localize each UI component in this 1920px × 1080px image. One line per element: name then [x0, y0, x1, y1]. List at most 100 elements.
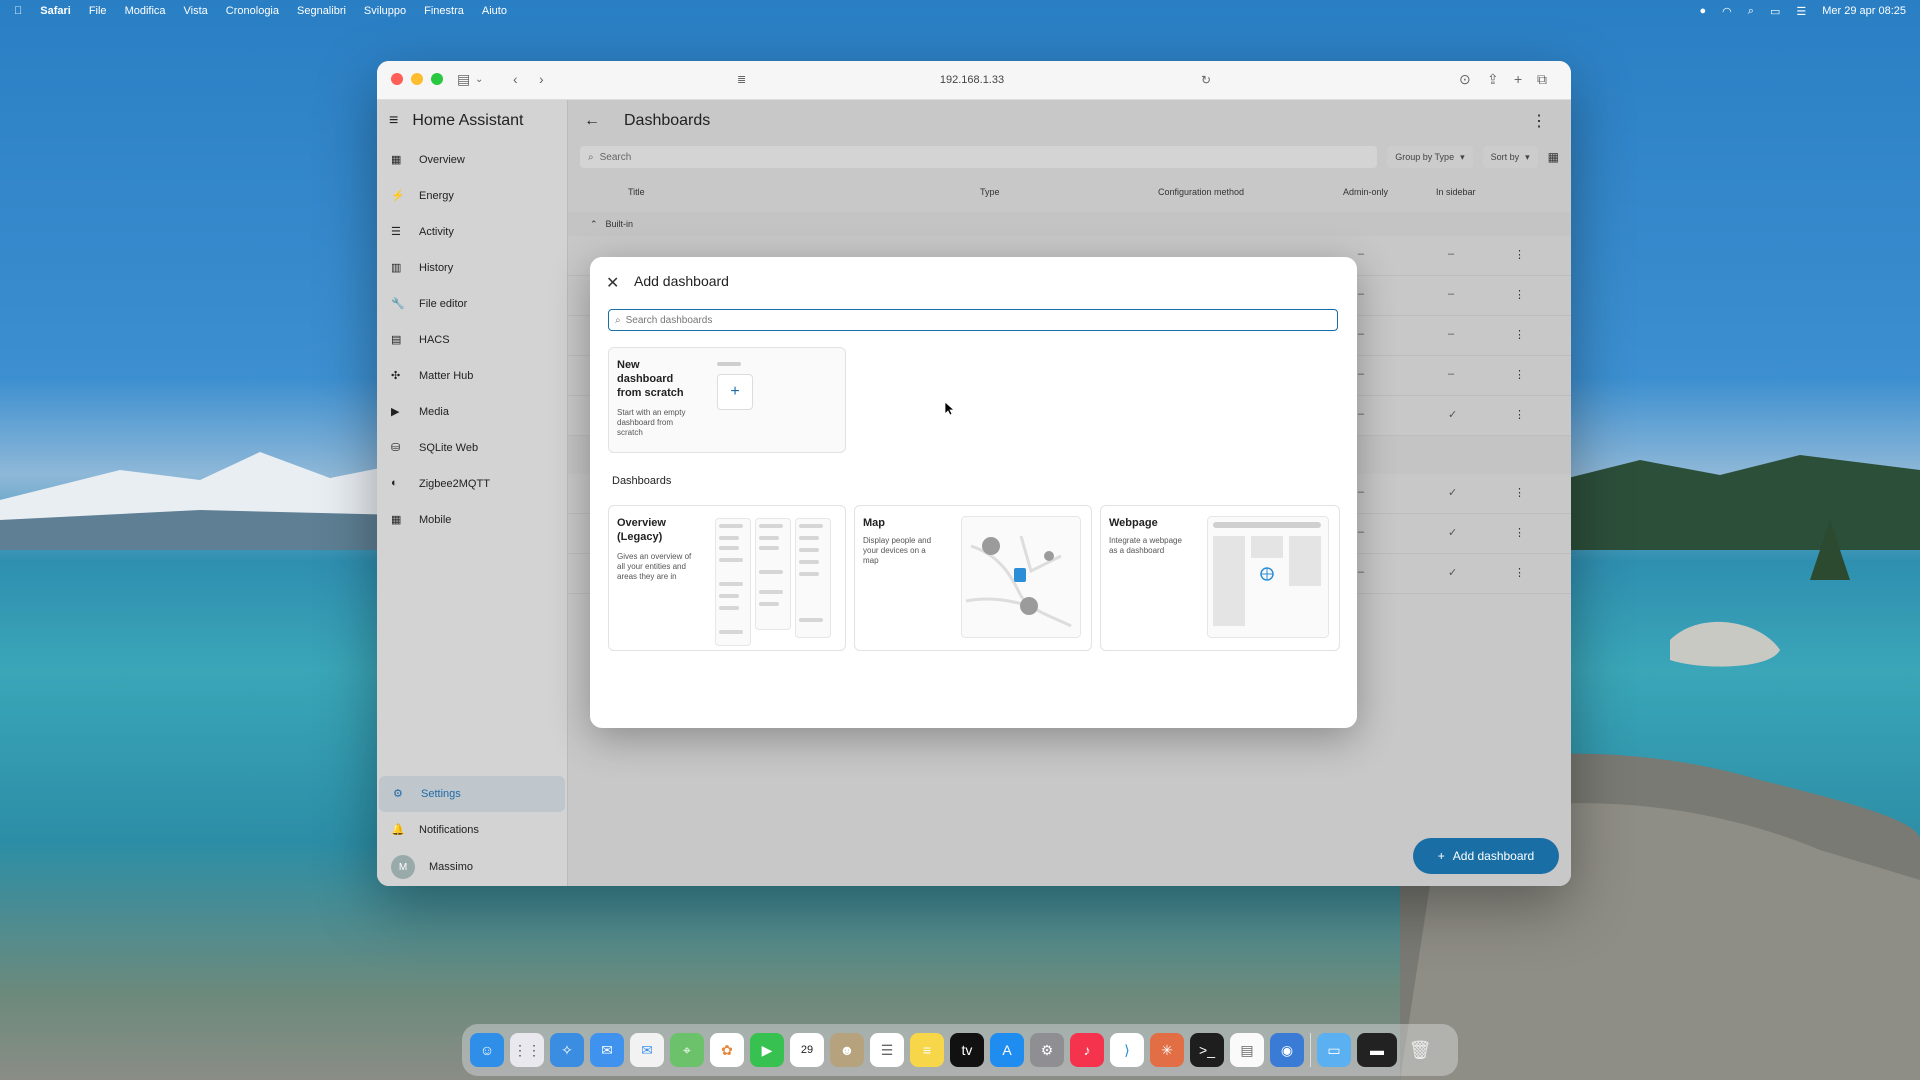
menu-modifica[interactable]: Modifica	[125, 5, 166, 17]
finder-icon[interactable]: ☺	[470, 1033, 504, 1067]
menu-segnalibri[interactable]: Segnalibri	[297, 5, 346, 17]
search-dashboards-input[interactable]: ⌕ Search dashboards	[608, 309, 1338, 331]
apple-icon[interactable]: 	[14, 5, 22, 17]
columns-settings-icon[interactable]: ▦	[1548, 150, 1559, 164]
row-menu-icon[interactable]: ⋮	[1514, 248, 1525, 261]
menu-finestra[interactable]: Finestra	[424, 5, 464, 17]
tab-overview-icon[interactable]: ⧉	[1537, 71, 1547, 88]
new-tab-icon[interactable]: +	[1514, 71, 1522, 87]
sidebar-toggle-icon[interactable]: ▤	[457, 71, 470, 88]
spotlight-icon[interactable]: ⌕	[1748, 5, 1754, 18]
sidebar-item-zigbee2mqtt[interactable]: ◐ Zigbee2MQTT	[377, 466, 567, 502]
facetime-icon[interactable]: ▶	[750, 1033, 784, 1067]
sidebar-header: ≡ Home Assistant	[377, 100, 567, 142]
reload-icon[interactable]: ↻	[1201, 73, 1211, 87]
menubar-clock[interactable]: Mer 29 apr 08:25	[1822, 5, 1906, 17]
zoom-window-button[interactable]	[431, 73, 443, 85]
reminders-icon[interactable]: ☰	[870, 1033, 904, 1067]
group-by-button[interactable]: Group by Type ▾	[1387, 146, 1473, 168]
textedit-icon[interactable]: ▤	[1230, 1033, 1264, 1067]
close-icon[interactable]: ✕	[606, 273, 619, 293]
back-icon[interactable]: ‹	[513, 71, 518, 87]
col-title[interactable]: Title	[628, 187, 645, 197]
minimize-window-button[interactable]	[411, 73, 423, 85]
notes-icon[interactable]: ≡	[910, 1033, 944, 1067]
overflow-menu-icon[interactable]: ⋮	[1531, 111, 1547, 131]
col-in-sidebar[interactable]: In sidebar	[1436, 187, 1476, 197]
folder-icon[interactable]: ▭	[1317, 1033, 1351, 1067]
sidebar-item-matter-hub[interactable]: ✣ Matter Hub	[377, 358, 567, 394]
menu-file[interactable]: File	[89, 5, 107, 17]
share-icon[interactable]: ⇪	[1487, 71, 1499, 88]
search-input[interactable]: ⌕ Search	[580, 146, 1378, 168]
menu-cronologia[interactable]: Cronologia	[226, 5, 279, 17]
chevron-down-icon[interactable]: ⌄	[475, 74, 483, 85]
trash-icon[interactable]: 🗑	[1403, 1033, 1437, 1067]
row-menu-icon[interactable]: ⋮	[1514, 486, 1525, 499]
finder-alt-icon[interactable]: ◉	[1270, 1033, 1304, 1067]
sidebar-item-activity[interactable]: ☰ Activity	[377, 214, 567, 250]
menu-aiuto[interactable]: Aiuto	[482, 5, 507, 17]
sidebar-item-overview[interactable]: ▦ Overview	[377, 142, 567, 178]
sidebar-item-hacs[interactable]: ▤ HACS	[377, 322, 567, 358]
download-icon[interactable]: ⊙	[1459, 71, 1471, 88]
address-bar[interactable]: 192.168.1.33	[732, 68, 1212, 92]
sidebar-title: Home Assistant	[412, 112, 524, 129]
sidebar-item-sqlite-web[interactable]: ⛁ SQLite Web	[377, 430, 567, 466]
launchpad-icon[interactable]: ⋮⋮	[510, 1033, 544, 1067]
row-menu-icon[interactable]: ⋮	[1514, 288, 1525, 301]
sidebar-item-notifications[interactable]: 🔔 Notifications	[377, 812, 567, 848]
mail-icon[interactable]: ✉	[590, 1033, 624, 1067]
add-dashboard-button[interactable]: + Add dashboard	[1413, 838, 1559, 874]
map-card[interactable]: Map Display people and your devices on a…	[854, 505, 1092, 651]
menubar-app-name[interactable]: Safari	[40, 5, 71, 17]
in-sidebar-value: ✓	[1448, 567, 1458, 579]
system-settings-icon[interactable]: ⚙	[1030, 1033, 1064, 1067]
terminal-icon[interactable]: >_	[1190, 1033, 1224, 1067]
row-menu-icon[interactable]: ⋮	[1514, 368, 1525, 381]
forward-icon[interactable]: ›	[539, 71, 544, 87]
window-thumbnail-icon[interactable]: ▬	[1357, 1033, 1397, 1067]
vscode-icon[interactable]: ⟩	[1110, 1033, 1144, 1067]
sidebar-item-user[interactable]: M Massimo	[377, 848, 567, 886]
mail-client-icon[interactable]: ✉	[630, 1033, 664, 1067]
music-icon[interactable]: ♪	[1070, 1033, 1104, 1067]
contacts-icon[interactable]: ☻	[830, 1033, 864, 1067]
sidebar-item-history[interactable]: ▥ History	[377, 250, 567, 286]
sidebar-item-settings[interactable]: ⚙ Settings	[379, 776, 565, 812]
sort-by-button[interactable]: Sort by ▾	[1482, 146, 1538, 168]
close-window-button[interactable]	[391, 73, 403, 85]
col-admin-only[interactable]: Admin-only	[1343, 187, 1388, 197]
claude-icon[interactable]: ✳	[1150, 1033, 1184, 1067]
group-header-built-in[interactable]: ⌃ Built-in	[568, 212, 1571, 236]
calendar-icon[interactable]: 29	[790, 1033, 824, 1067]
photos-icon[interactable]: ✿	[710, 1033, 744, 1067]
overview-legacy-card[interactable]: Overview (Legacy) Gives an overview of a…	[608, 505, 846, 651]
webpage-card[interactable]: Webpage Integrate a webpage as a dashboa…	[1100, 505, 1340, 651]
control-center-icon[interactable]: ☰	[1796, 5, 1806, 18]
record-icon[interactable]: ●	[1700, 5, 1707, 17]
app-store-icon[interactable]: A	[990, 1033, 1024, 1067]
sidebar-item-label: Activity	[419, 226, 454, 238]
sidebar-item-file-editor[interactable]: 🔧 File editor	[377, 286, 567, 322]
back-arrow-icon[interactable]: ←	[584, 112, 600, 130]
sidebar-item-mobile[interactable]: ▦ Mobile	[377, 502, 567, 538]
row-menu-icon[interactable]: ⋮	[1514, 526, 1525, 539]
row-menu-icon[interactable]: ⋮	[1514, 566, 1525, 579]
sidebar-item-energy[interactable]: ⚡ Energy	[377, 178, 567, 214]
panel-header: ← Dashboards ⋮	[568, 100, 1571, 142]
col-configuration[interactable]: Configuration method	[1158, 187, 1244, 197]
maps-icon[interactable]: ⌖	[670, 1033, 704, 1067]
menu-sviluppo[interactable]: Sviluppo	[364, 5, 406, 17]
menu-icon[interactable]: ≡	[389, 112, 398, 130]
row-menu-icon[interactable]: ⋮	[1514, 408, 1525, 421]
menu-vista[interactable]: Vista	[184, 5, 208, 17]
row-menu-icon[interactable]: ⋮	[1514, 328, 1525, 341]
col-type[interactable]: Type	[980, 187, 1000, 197]
sidebar-item-media[interactable]: ▶ Media	[377, 394, 567, 430]
keyboard-icon[interactable]: ▭	[1770, 5, 1780, 18]
safari-icon[interactable]: ✧	[550, 1033, 584, 1067]
apple-tv-icon[interactable]: tv	[950, 1033, 984, 1067]
wifi-icon[interactable]: ◠	[1722, 5, 1732, 18]
new-dashboard-card[interactable]: New dashboard from scratch Start with an…	[608, 347, 846, 453]
